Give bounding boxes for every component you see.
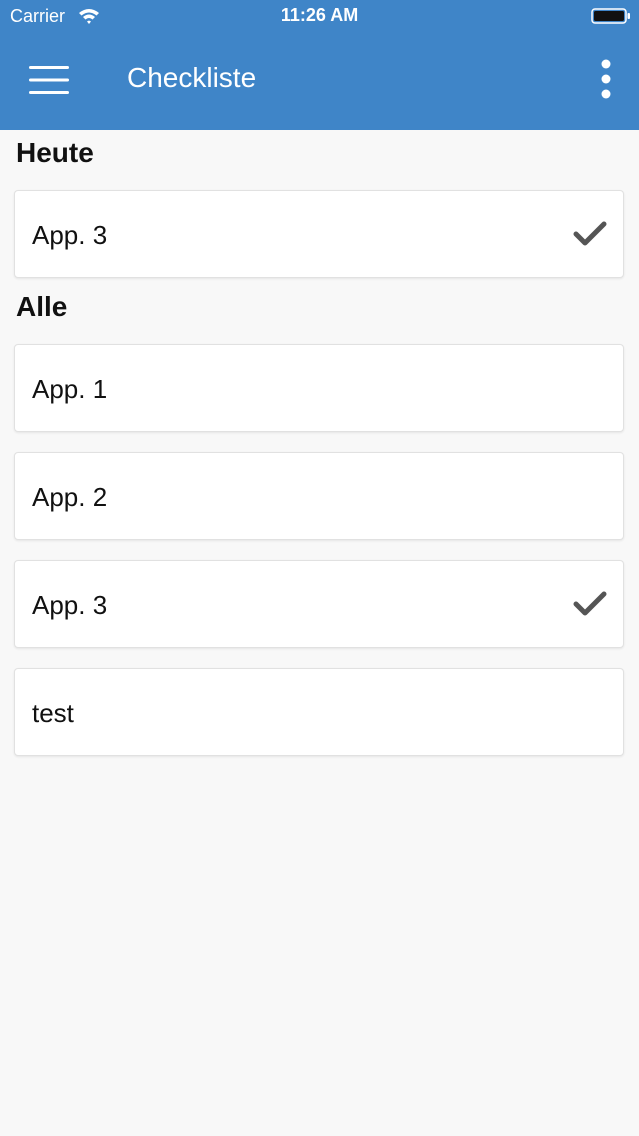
more-vertical-icon xyxy=(601,59,611,99)
list-item[interactable]: App. 3 xyxy=(14,560,624,648)
list-item-label: App. 1 xyxy=(32,374,108,404)
list-item-label: App. 3 xyxy=(32,590,108,620)
toolbar: Checkliste xyxy=(0,34,639,130)
more-options-button[interactable] xyxy=(590,56,622,104)
status-bar: Carrier 11:26 AM xyxy=(0,0,639,34)
section-header-all: Alle xyxy=(16,291,68,322)
hamburger-menu-icon xyxy=(29,66,69,94)
list-item[interactable]: App. 2 xyxy=(14,452,624,540)
app-bar: Carrier 11:26 AM Checkliste xyxy=(0,0,639,130)
menu-button[interactable] xyxy=(22,56,76,104)
list-item[interactable]: App. 3 xyxy=(14,190,624,278)
section-header-today: Heute xyxy=(16,137,94,168)
list-item-label: test xyxy=(32,698,74,728)
battery-icon xyxy=(591,8,630,24)
list-item-label: App. 2 xyxy=(32,482,108,512)
clock: 11:26 AM xyxy=(280,5,359,25)
list-item[interactable]: App. 1 xyxy=(14,344,624,432)
checkmark-icon xyxy=(573,591,607,616)
list-item[interactable]: test xyxy=(14,668,624,756)
page-title: Checkliste xyxy=(127,62,257,93)
checkmark-icon xyxy=(573,221,607,246)
list-item-label: App. 3 xyxy=(32,220,108,250)
